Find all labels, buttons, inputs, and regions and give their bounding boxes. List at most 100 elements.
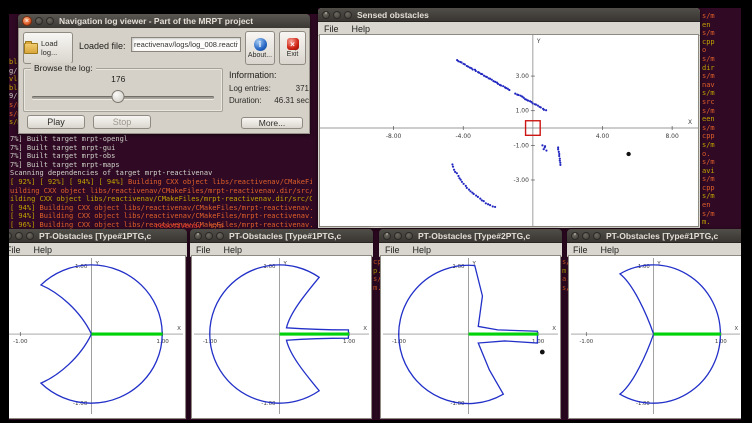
terminal-line: o [702,46,740,55]
obstacle-point [491,79,493,81]
minimize-button[interactable] [205,232,213,240]
obstacle-point [483,200,485,202]
terminal-line: s/m [702,107,740,116]
screen-edge-topleft [0,0,318,14]
folder-icon [24,43,38,54]
minimize-button[interactable] [15,232,23,240]
obstacle-point [494,206,496,208]
titlebar[interactable]: × PT-Obstacles [Type#1PTG,c [190,229,373,243]
terminal-line: Scanning dependencies of target mrpt-rea… [10,169,312,178]
browse-log-group-label: Browse the log: [31,63,96,73]
obstacle-point [559,158,561,160]
terminal-output-fragment: s/mens/mcppos/mdirs/mnavs/msrcs/meens/mc… [702,12,740,228]
menu-file[interactable]: File [573,245,588,255]
maximize-button[interactable] [593,232,601,240]
minimize-button[interactable] [582,232,590,240]
log-entries-value: 371 [296,84,309,93]
load-log-button[interactable]: Load log... [23,32,73,64]
menu-file[interactable]: File [385,245,400,255]
exit-button[interactable]: × Exit [279,31,306,65]
exit-icon: × [287,38,299,50]
titlebar[interactable]: × PT-Obstacles [Type#1PTG,c [567,229,744,243]
terminal-line: 7%] Built target mrpt-opengl [10,135,312,144]
close-button[interactable]: × [571,232,579,240]
window-title: PT-Obstacles [Type#2PTG,c [418,231,530,241]
obstacle-point [558,151,560,153]
info-icon: i [254,38,267,51]
obstacle-point [453,169,455,171]
terminal-line: s/m [702,29,740,38]
obstacle-point [558,153,560,155]
terminal-line: cpp [702,38,740,47]
titlebar[interactable]: × Navigation log viewer - Part of the MR… [18,14,310,29]
window-title: PT-Obstacles [Type#1PTG,c [606,231,718,241]
terminal-line: s/m [702,158,740,167]
maximize-button[interactable] [46,17,54,25]
maximize-button[interactable] [405,232,413,240]
stop-button[interactable]: Stop [93,115,151,129]
obstacle-point [535,103,537,105]
slider-handle[interactable] [112,90,125,103]
terminal-line: nav [702,81,740,90]
maximize-button[interactable] [344,11,352,19]
maximize-button[interactable] [216,232,224,240]
y-tick-label: 1.00 [516,108,529,115]
pt-obstacles-window-3: × PT-Obstacles [Type#2PTG,c File Help -1… [379,229,562,420]
x-axis-label: X [177,326,181,332]
y-tick-label: -1.00 [513,142,529,149]
terminal-line: s/m [702,89,740,98]
minimize-button[interactable] [394,232,402,240]
menu-help[interactable]: Help [352,24,371,34]
menu-file[interactable]: File [324,24,339,34]
minimize-button[interactable] [333,11,341,19]
pt-obstacles-canvas-3: -1.001.001.00-1.00XY [381,256,560,418]
log-position-slider[interactable]: 176 [32,89,214,105]
obstacle-point [465,185,467,187]
pt-obstacles-canvas-4: -1.001.001.00-1.00XY [569,256,742,418]
loaded-file-field[interactable] [131,37,241,52]
information-panel: Information: Log entries: 371 Duration: … [229,70,309,108]
titlebar[interactable]: × Sensed obstacles [318,8,700,22]
terminal-line: src [702,98,740,107]
close-button[interactable]: × [22,16,32,26]
x-tick-label: 1.00 [715,339,727,345]
pt-obstacles-window-1: × PT-Obstacles [Type#1PTG,c File Help -1… [0,229,187,420]
play-label: Play [47,117,65,127]
close-button[interactable]: × [194,232,202,240]
terminal-line: cpp [702,132,740,141]
obstacle-point [557,146,559,148]
obstacle-point [464,63,466,65]
obstacle-point [475,70,477,72]
menu-help[interactable]: Help [224,245,243,255]
more-button[interactable]: More... [241,117,303,129]
play-button[interactable]: Play [27,115,85,129]
y-axis-label: Y [536,38,541,45]
terminal-line: s/m [702,72,740,81]
obstacle-point [468,188,470,190]
exit-label: Exit [287,51,299,58]
minimize-button[interactable] [35,17,43,25]
menu-help[interactable]: Help [34,245,53,255]
x-tick-label: 1.00 [532,339,545,345]
menu-file[interactable]: File [196,245,211,255]
terminal-line: cpp [702,184,740,193]
terminal-line: dir [702,64,740,73]
sensed-obstacles-canvas: -8.00-4.004.008.003.001.00-1.00-3.00XY [320,35,698,226]
screen-edge-left [0,0,9,423]
terminal-line: 7%] Built target mrpt-gui [10,144,312,153]
close-button[interactable]: × [322,11,330,19]
about-button[interactable]: i About... [245,31,275,65]
pt-obstacles-plot-4: -1.001.001.00-1.00XY [568,255,743,419]
window-title: Navigation log viewer - Part of the MRPT… [59,16,253,26]
close-button[interactable]: × [383,232,391,240]
titlebar[interactable]: × PT-Obstacles [Type#1PTG,c [0,229,187,243]
menu-help[interactable]: Help [413,245,432,255]
terminal-line: uilding CXX object libs/reactivenav/CMak… [10,187,312,196]
pt-obstacles-plot-1: -1.001.001.00-1.00XY [1,255,186,419]
menu-help[interactable]: Help [601,245,620,255]
titlebar[interactable]: × PT-Obstacles [Type#2PTG,c [379,229,562,243]
maximize-button[interactable] [26,232,34,240]
pt-obstacles-plot-3: -1.001.001.00-1.00XY [380,255,561,419]
slider-value: 176 [111,74,125,84]
terminal-line: [ 94%] Building CXX object libs/reactive… [10,212,312,221]
